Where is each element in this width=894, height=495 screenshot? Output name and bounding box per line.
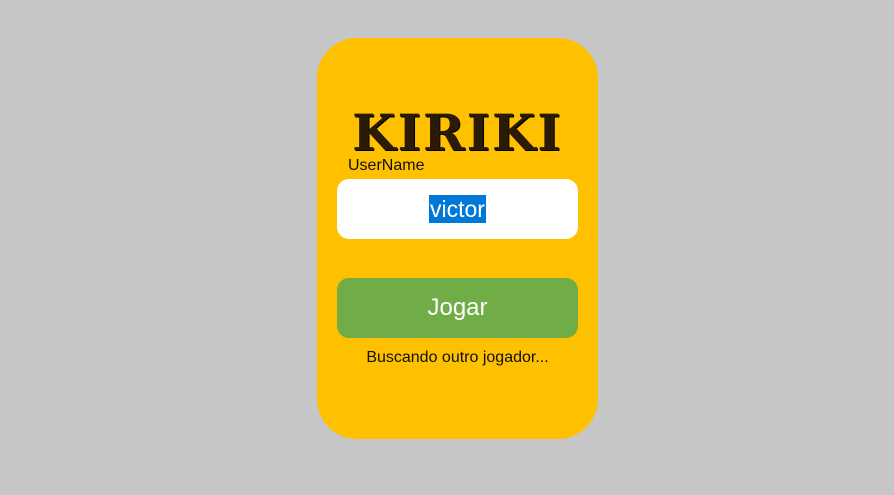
app-title: KIRIKI	[352, 103, 563, 162]
play-button[interactable]: Jogar	[337, 278, 578, 338]
app-background: KIRIKI UserName victor Jogar Buscando ou…	[0, 0, 894, 495]
username-label: UserName	[348, 157, 425, 174]
username-value: victor	[429, 195, 486, 223]
username-input[interactable]: victor	[337, 179, 578, 239]
status-message: Buscando outro jogador...	[366, 349, 549, 366]
login-card: KIRIKI UserName victor Jogar Buscando ou…	[317, 38, 598, 439]
